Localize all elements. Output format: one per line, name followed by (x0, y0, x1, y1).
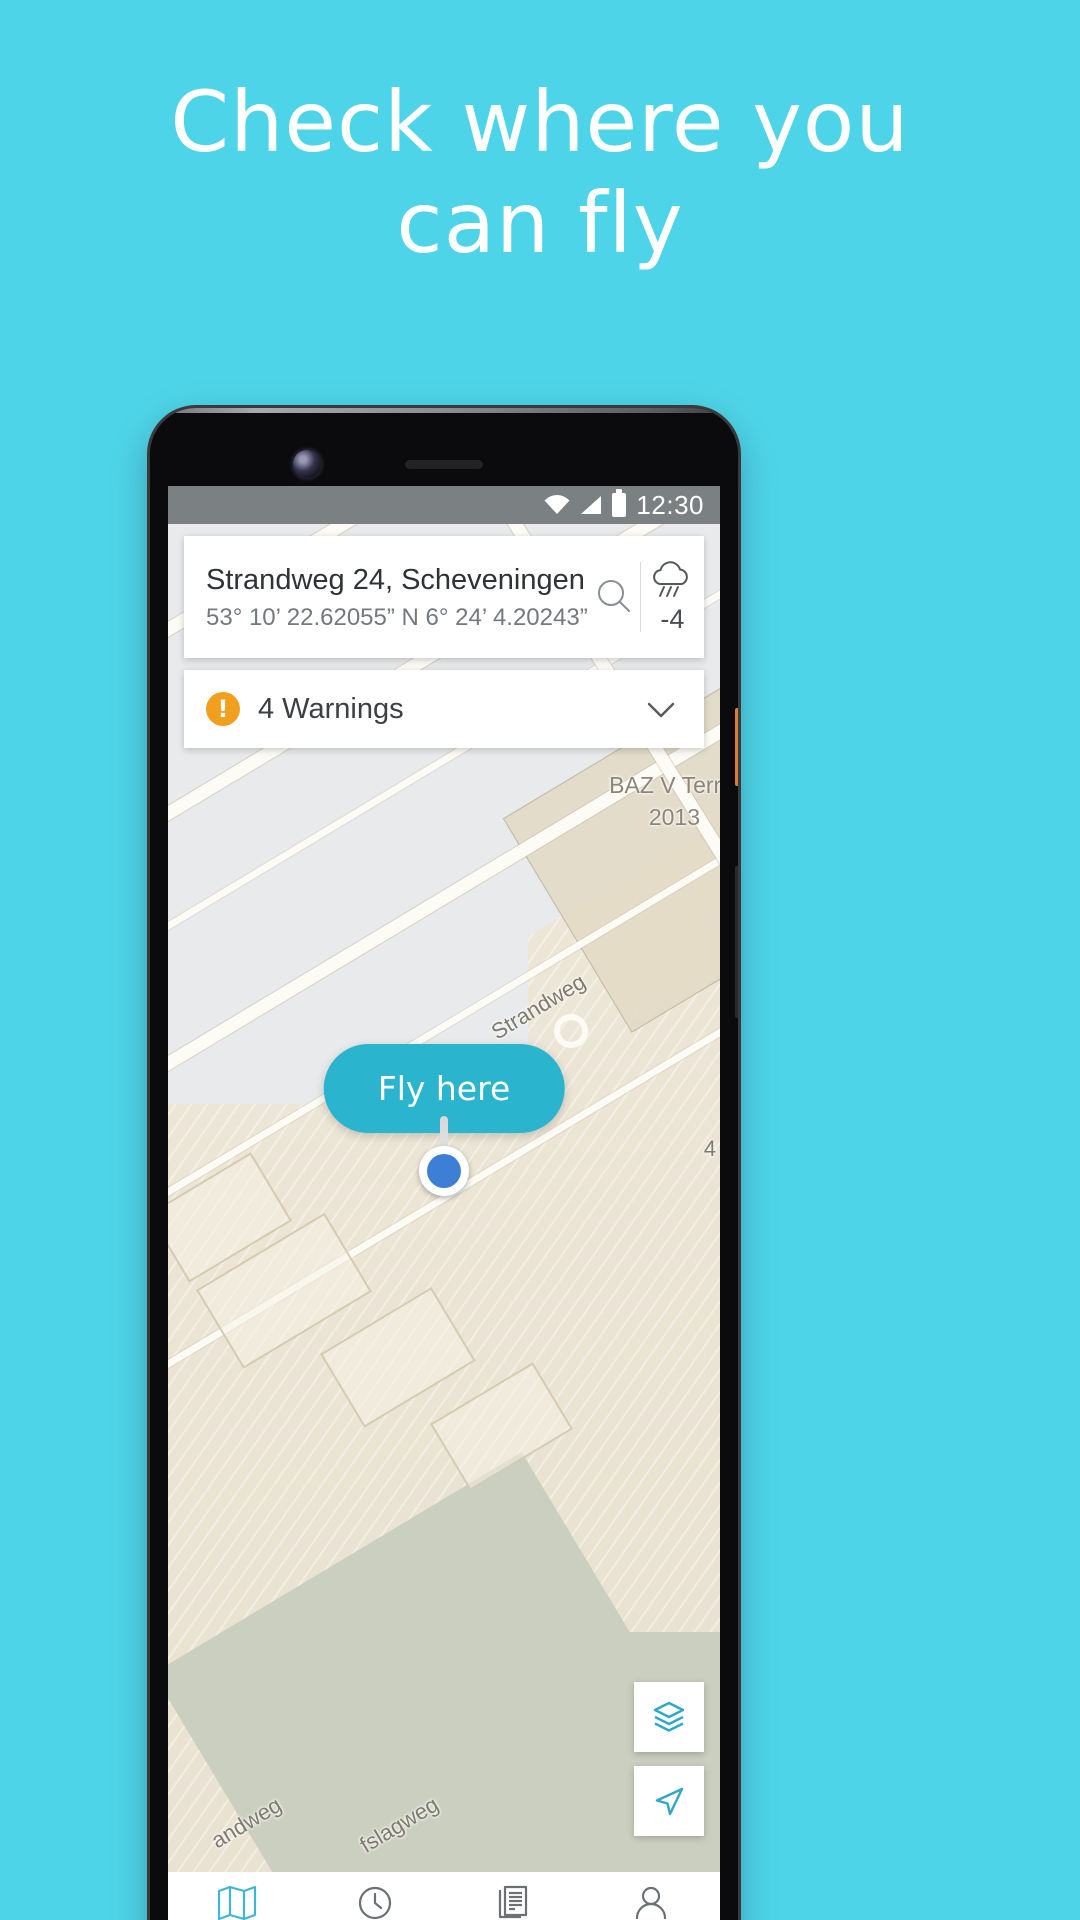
tab-account[interactable]: Account (582, 1884, 720, 1920)
status-bar: 12:30 (168, 486, 720, 524)
phone-screen: 12:30 BAZ V Terre 2013 Strandweg (168, 486, 720, 1920)
current-location-marker[interactable] (419, 1146, 469, 1196)
power-button[interactable] (735, 866, 738, 1018)
battery-icon (612, 489, 627, 517)
wifi-icon (544, 495, 570, 514)
search-button[interactable] (588, 536, 640, 658)
search-coordinates: 53° 10’ 22.62055” N 6° 24’ 4.20243” (206, 604, 588, 632)
warnings-label: 4 Warnings (258, 692, 404, 725)
map-label-zone-year: 2013 (648, 804, 700, 830)
map-overlay-cards: Strandweg 24, Scheveningen 53° 10’ 22.62… (168, 524, 720, 748)
layers-icon (653, 1701, 685, 1732)
earpiece-speaker (405, 460, 483, 469)
weather-widget[interactable]: -4 (641, 536, 704, 658)
warning-exclamation-icon: ! (206, 692, 240, 726)
person-icon (635, 1886, 667, 1919)
headline-line-1: Check where you (170, 73, 910, 171)
warnings-bar[interactable]: ! 4 Warnings (184, 670, 704, 748)
map-label-zone-name: BAZ V Terre (609, 772, 720, 798)
phone-bezel-highlight (150, 408, 738, 413)
map-label-street-num: 4 (703, 1136, 716, 1161)
status-bar-time: 12:30 (636, 489, 704, 520)
navigate-icon (655, 1787, 684, 1816)
map-roundabout (554, 1014, 588, 1048)
tab-flyzones[interactable]: Flyzones (168, 1884, 306, 1920)
volume-button[interactable] (735, 708, 738, 786)
document-icon (498, 1885, 528, 1918)
headline-line-2: can fly (396, 173, 684, 272)
search-bar[interactable]: Strandweg 24, Scheveningen 53° 10’ 22.62… (184, 536, 704, 658)
layers-button[interactable] (634, 1682, 704, 1752)
front-camera (293, 450, 321, 478)
page-title: Check where you can fly (0, 72, 1080, 274)
search-text-group: Strandweg 24, Scheveningen 53° 10’ 22.62… (184, 536, 588, 658)
search-address: Strandweg 24, Scheveningen (206, 563, 585, 596)
phone-mockup: 12:30 BAZ V Terre 2013 Strandweg (150, 408, 738, 1920)
weather-temperature: -4 (660, 603, 685, 634)
navigate-button[interactable] (634, 1766, 704, 1836)
map-controls (634, 1682, 704, 1836)
signal-icon (581, 496, 602, 514)
rain-cloud-icon (653, 560, 689, 597)
search-icon (597, 580, 630, 612)
clock-icon (358, 1886, 392, 1919)
bottom-tab-bar: Flyzones Logbook (168, 1872, 720, 1920)
tab-logbook[interactable]: Logbook (306, 1884, 444, 1920)
tab-library[interactable]: Library (444, 1884, 582, 1920)
chevron-down-icon[interactable] (640, 688, 682, 730)
map-icon (217, 1885, 257, 1920)
